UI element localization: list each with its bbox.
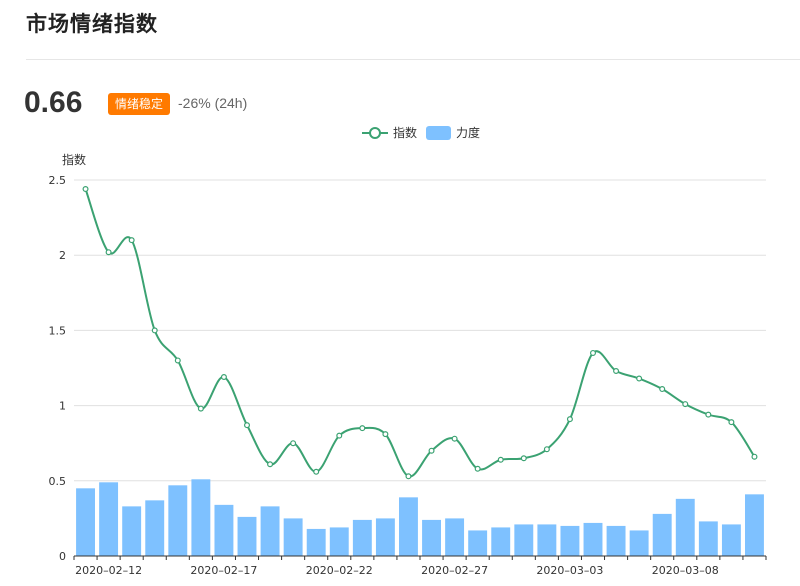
bar xyxy=(514,524,534,556)
bar-series xyxy=(76,479,764,556)
line-point xyxy=(451,435,458,442)
line-point xyxy=(728,419,735,426)
line-point xyxy=(636,375,643,382)
bar xyxy=(652,513,672,556)
bar xyxy=(675,498,695,556)
line-point xyxy=(520,455,527,462)
line-point xyxy=(336,432,343,439)
page-title: 市场情绪指数 xyxy=(26,12,158,36)
y-axis-label: 指数 xyxy=(62,152,86,167)
y-tick-label: 0 xyxy=(59,550,66,563)
line-point xyxy=(151,327,158,334)
bar xyxy=(237,516,257,556)
line-series xyxy=(84,188,756,478)
bar xyxy=(122,506,142,556)
bar xyxy=(191,479,211,556)
bar xyxy=(283,518,303,556)
bar xyxy=(260,506,280,556)
bar xyxy=(329,527,349,556)
bar xyxy=(629,530,649,556)
y-tick-label: 2 xyxy=(59,249,66,262)
bar xyxy=(352,519,372,556)
bar xyxy=(537,524,557,556)
line-point xyxy=(267,461,274,468)
x-tick-label: 2020–02–12 xyxy=(75,564,142,577)
y-tick-label: 2.5 xyxy=(49,174,67,187)
line-point xyxy=(128,237,135,244)
line-point xyxy=(105,249,112,256)
line-point xyxy=(543,446,550,453)
divider xyxy=(26,59,800,60)
bar xyxy=(375,518,395,556)
line-point xyxy=(589,349,596,356)
x-axis: 2020–02–12 2020–02–17 2020–02–22 2020–02–27… xyxy=(73,555,767,577)
line-point xyxy=(313,468,320,475)
line-point xyxy=(751,453,758,460)
sentiment-value: 0.66 xyxy=(24,86,83,119)
bar xyxy=(76,488,95,556)
status-badge: 情绪稳定 xyxy=(108,93,171,115)
bar xyxy=(583,522,603,556)
bar xyxy=(560,525,580,556)
bar xyxy=(698,521,718,556)
line-point xyxy=(197,405,204,412)
y-tick-label: 0.5 xyxy=(49,475,67,488)
line-point xyxy=(474,465,481,472)
line-point xyxy=(405,473,412,480)
x-tick-label: 2020–03–03 xyxy=(536,564,603,577)
grid-lines xyxy=(74,179,766,482)
legend-item-strength[interactable]: 力度 xyxy=(426,125,480,140)
line-point xyxy=(382,431,389,438)
line-point xyxy=(682,401,689,408)
line-point xyxy=(705,411,712,418)
bar xyxy=(145,500,165,556)
legend-label-strength: 力度 xyxy=(456,125,480,140)
line-point xyxy=(359,425,366,432)
line-point xyxy=(659,386,666,393)
line-point xyxy=(428,447,435,454)
line-point xyxy=(497,456,504,463)
change-text: -26% (24h) xyxy=(178,95,248,111)
line-point xyxy=(220,374,227,381)
bar xyxy=(422,519,441,556)
x-tick-label: 2020–02–17 xyxy=(190,564,257,577)
line-point xyxy=(290,440,297,447)
bar xyxy=(306,528,326,556)
bar xyxy=(606,525,626,556)
bar xyxy=(445,518,465,556)
x-tick-label: 2020–02–22 xyxy=(306,564,373,577)
x-tick-label: 2020–03–08 xyxy=(652,564,719,577)
legend-label-index: 指数 xyxy=(393,125,417,140)
line-point xyxy=(566,416,573,423)
bar xyxy=(745,494,764,556)
y-tick-label: 1.5 xyxy=(49,324,67,337)
bar xyxy=(468,530,488,556)
bar xyxy=(399,497,418,556)
bar xyxy=(214,504,234,556)
line-point xyxy=(613,368,620,375)
y-tick-labels: 0 0.5 1 1.5 2 2.5 xyxy=(49,174,67,563)
bar xyxy=(168,485,188,556)
legend-item-index[interactable]: 指数 xyxy=(362,125,417,140)
bar xyxy=(721,524,741,556)
line-point xyxy=(82,186,89,193)
line-points xyxy=(82,186,758,480)
chart-legend[interactable]: 指数 力度 xyxy=(362,125,480,140)
sentiment-chart: 指数 力度 指数 00.511.522.5 2020–02–12 2020–02–… xyxy=(49,125,767,577)
bar xyxy=(99,482,119,556)
line-point xyxy=(174,357,181,364)
line-point xyxy=(244,422,251,429)
y-tick-label: 1 xyxy=(59,400,66,413)
x-tick-label: 2020–02–27 xyxy=(421,564,488,577)
bar xyxy=(491,527,511,556)
